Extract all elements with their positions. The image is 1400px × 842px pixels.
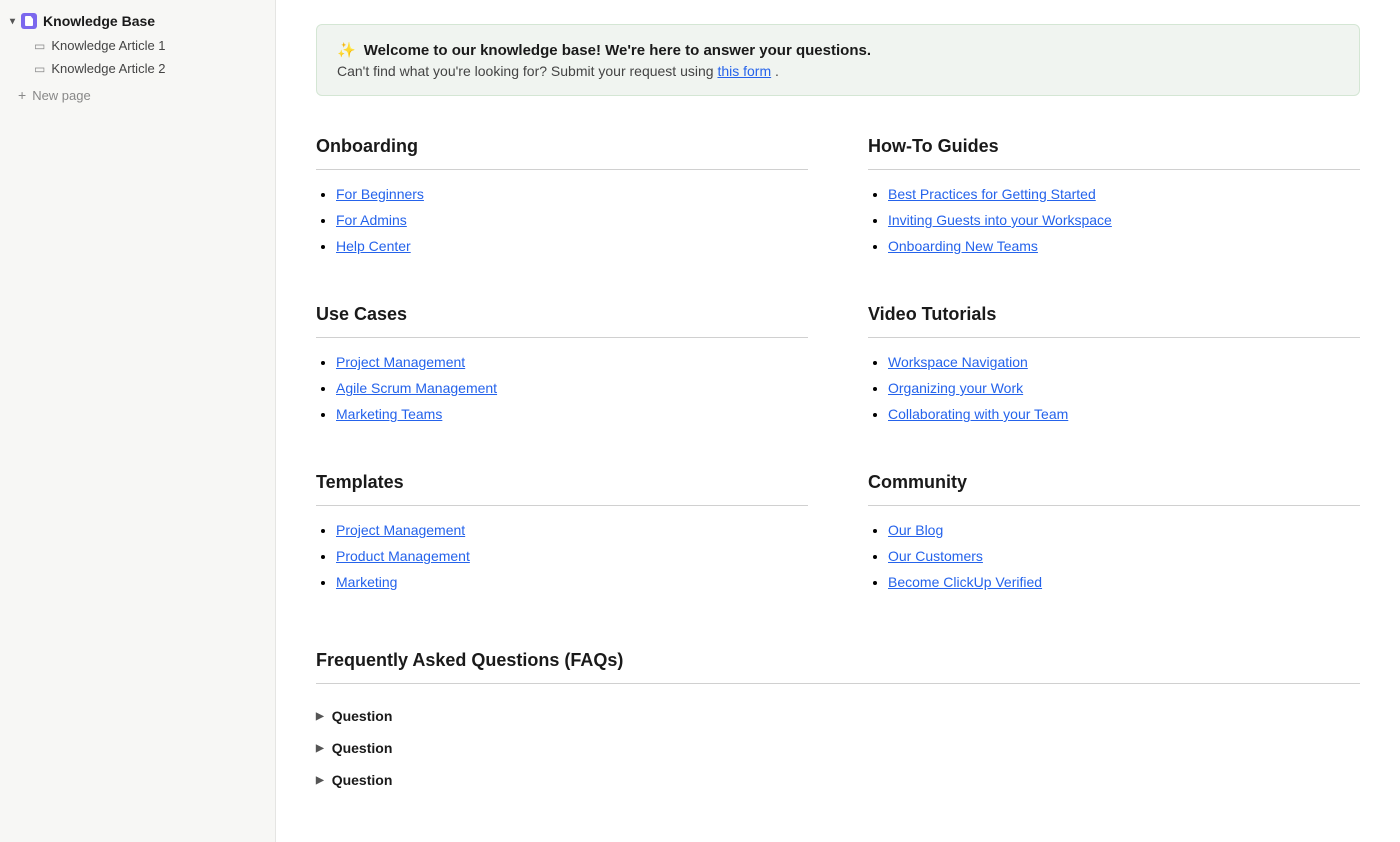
this-form-link[interactable]: this form [717,63,771,79]
section-title-templates: Templates [316,472,808,493]
list-item: Marketing [336,574,808,590]
link-our-customers[interactable]: Our Customers [888,548,983,564]
faq-arrow-icon: ▶ [316,711,324,722]
section-title-community: Community [868,472,1360,493]
list-item: Help Center [336,238,808,254]
link-agile-scrum[interactable]: Agile Scrum Management [336,380,497,396]
list-item: Project Management [336,522,808,538]
sidebar-article1-label: Knowledge Article 1 [51,38,165,53]
link-workspace-navigation[interactable]: Workspace Navigation [888,354,1028,370]
sidebar-item-article1[interactable]: ▭ Knowledge Article 1 [0,34,275,57]
section-use-cases: Use Cases Project Management Agile Scrum… [316,304,808,432]
link-inviting-guests[interactable]: Inviting Guests into your Workspace [888,212,1112,228]
section-title-video: Video Tutorials [868,304,1360,325]
sidebar-article2-label: Knowledge Article 2 [51,61,165,76]
section-templates: Templates Project Management Product Man… [316,472,808,600]
list-item: Project Management [336,354,808,370]
sidebar-item-article2[interactable]: ▭ Knowledge Article 2 [0,57,275,80]
section-title-use-cases: Use Cases [316,304,808,325]
faq-question-3: Question [332,772,393,788]
list-item: Our Customers [888,548,1360,564]
faq-arrow-icon: ▶ [316,743,324,754]
use-cases-list: Project Management Agile Scrum Managemen… [316,354,808,422]
link-for-admins[interactable]: For Admins [336,212,407,228]
link-organizing-work[interactable]: Organizing your Work [888,380,1023,396]
sparkle-icon: ✨ [337,41,356,59]
link-help-center[interactable]: Help Center [336,238,411,254]
section-video-tutorials: Video Tutorials Workspace Navigation Org… [868,304,1360,432]
sidebar: ▾ Knowledge Base ▭ Knowledge Article 1 ▭… [0,0,276,842]
plus-icon: + [18,87,26,103]
new-page-label: New page [32,88,91,103]
welcome-title: ✨ Welcome to our knowledge base! We're h… [337,41,1339,59]
list-item: Marketing Teams [336,406,808,422]
section-divider [868,337,1360,338]
list-item: For Beginners [336,186,808,202]
faq-divider [316,683,1360,684]
community-list: Our Blog Our Customers Become ClickUp Ve… [868,522,1360,590]
welcome-subtitle: Can't find what you're looking for? Subm… [337,63,1339,79]
list-item: Onboarding New Teams [888,238,1360,254]
link-template-product[interactable]: Product Management [336,548,470,564]
section-divider [868,169,1360,170]
chevron-down-icon: ▾ [10,16,15,27]
list-item: Become ClickUp Verified [888,574,1360,590]
list-item: Inviting Guests into your Workspace [888,212,1360,228]
how-to-list: Best Practices for Getting Started Invit… [868,186,1360,254]
faq-title: Frequently Asked Questions (FAQs) [316,650,1360,671]
doc-icon: ▭ [34,62,45,76]
link-template-marketing[interactable]: Marketing [336,574,397,590]
link-our-blog[interactable]: Our Blog [888,522,943,538]
list-item: Collaborating with your Team [888,406,1360,422]
sidebar-root-label: Knowledge Base [43,13,155,29]
knowledge-base-icon [21,13,37,29]
list-item: Our Blog [888,522,1360,538]
list-item: Product Management [336,548,808,564]
section-title-onboarding: Onboarding [316,136,808,157]
faq-item-1[interactable]: ▶ Question [316,700,1360,732]
list-item: For Admins [336,212,808,228]
link-onboarding-new-teams[interactable]: Onboarding New Teams [888,238,1038,254]
faq-question-1: Question [332,708,393,724]
link-best-practices[interactable]: Best Practices for Getting Started [888,186,1096,202]
faq-item-3[interactable]: ▶ Question [316,764,1360,796]
list-item: Organizing your Work [888,380,1360,396]
sidebar-root-item[interactable]: ▾ Knowledge Base [0,8,275,34]
doc-icon: ▭ [34,39,45,53]
faq-item-2[interactable]: ▶ Question [316,732,1360,764]
link-marketing-teams[interactable]: Marketing Teams [336,406,442,422]
section-how-to-guides: How-To Guides Best Practices for Getting… [868,136,1360,264]
section-divider [316,169,808,170]
section-title-how-to: How-To Guides [868,136,1360,157]
list-item: Workspace Navigation [888,354,1360,370]
link-project-management[interactable]: Project Management [336,354,465,370]
main-content: ✨ Welcome to our knowledge base! We're h… [276,0,1400,842]
faq-question-2: Question [332,740,393,756]
section-onboarding: Onboarding For Beginners For Admins Help… [316,136,808,264]
faq-section: Frequently Asked Questions (FAQs) ▶ Ques… [316,650,1360,796]
content-grid: Onboarding For Beginners For Admins Help… [316,136,1360,836]
faq-arrow-icon: ▶ [316,775,324,786]
list-item: Agile Scrum Management [336,380,808,396]
link-for-beginners[interactable]: For Beginners [336,186,424,202]
welcome-banner: ✨ Welcome to our knowledge base! We're h… [316,24,1360,96]
list-item: Best Practices for Getting Started [888,186,1360,202]
section-divider [316,337,808,338]
section-divider [868,505,1360,506]
section-community: Community Our Blog Our Customers Become … [868,472,1360,600]
link-template-project[interactable]: Project Management [336,522,465,538]
templates-list: Project Management Product Management Ma… [316,522,808,590]
link-clickup-verified[interactable]: Become ClickUp Verified [888,574,1042,590]
new-page-button[interactable]: + New page [0,82,275,108]
link-collaborating-team[interactable]: Collaborating with your Team [888,406,1068,422]
section-divider [316,505,808,506]
video-list: Workspace Navigation Organizing your Wor… [868,354,1360,422]
onboarding-list: For Beginners For Admins Help Center [316,186,808,254]
